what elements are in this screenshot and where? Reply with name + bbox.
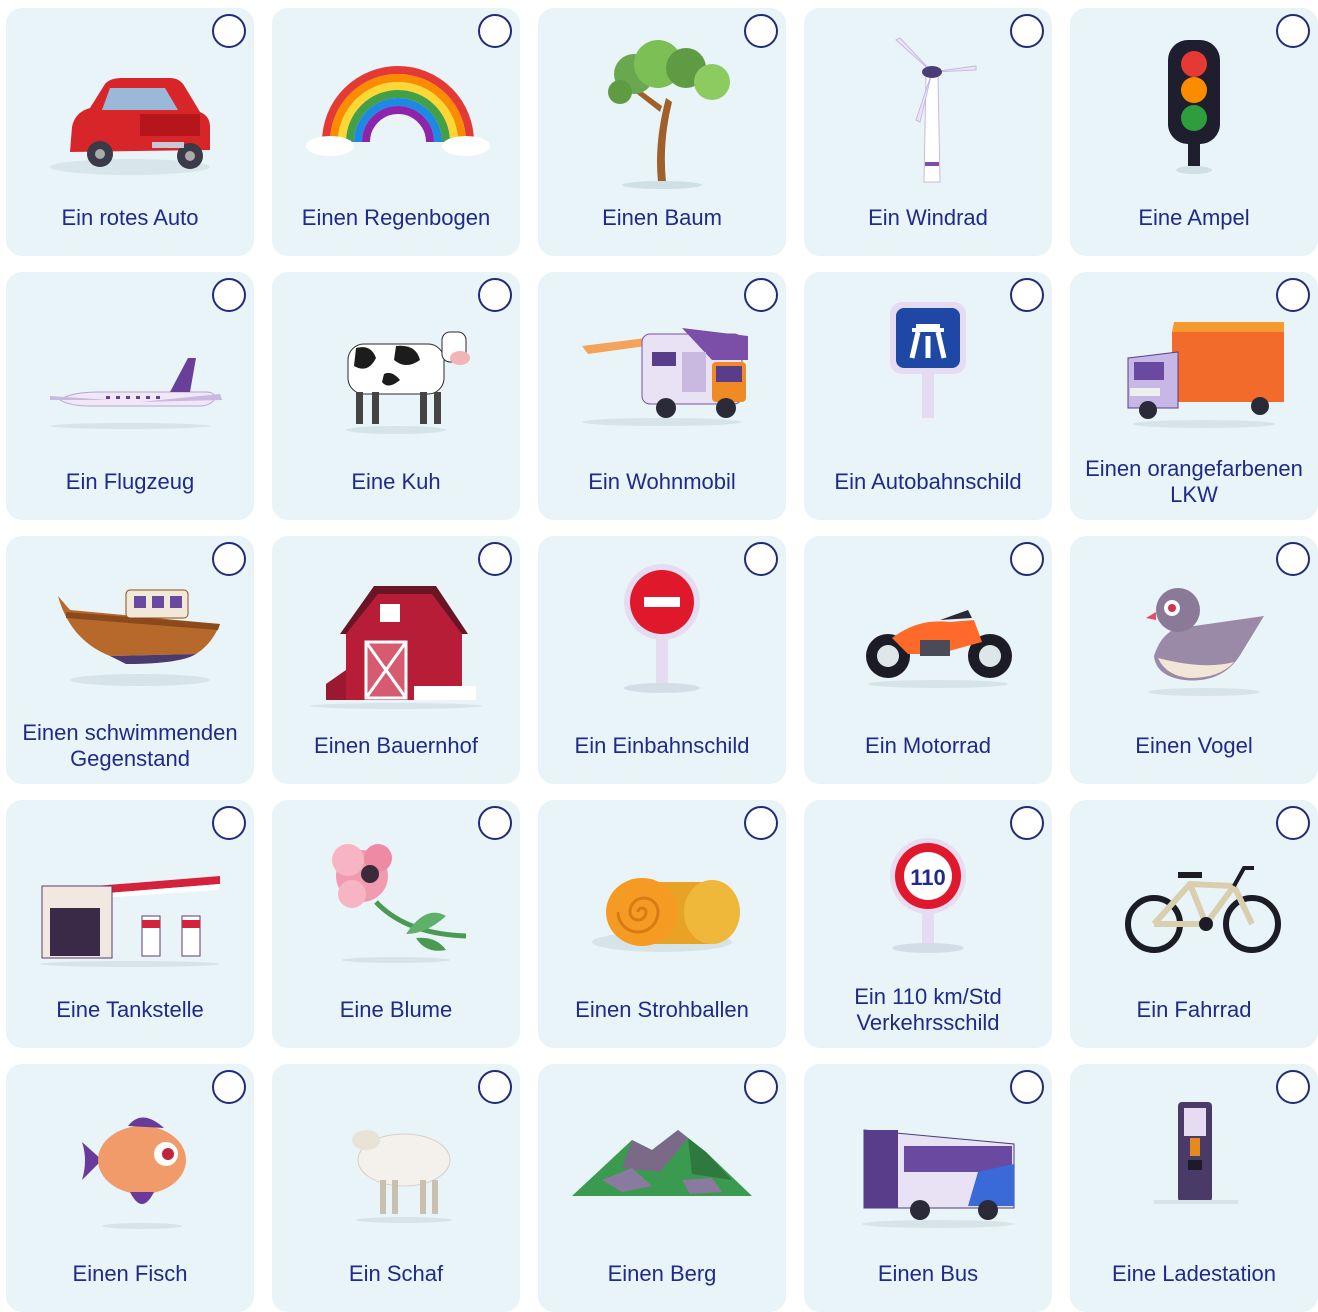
card-orange-truck[interactable]: Einen orangefarbenen LKW (1070, 272, 1318, 520)
card-hay-bale[interactable]: Einen Strohballen (538, 800, 786, 1048)
card-speed-limit-sign[interactable]: 110 Ein 110 km/Std Verkehrsschild (804, 800, 1052, 1048)
motorway-sign-icon (890, 302, 966, 418)
card-rainbow[interactable]: Einen Regenbogen (272, 8, 520, 256)
card-label: Ein rotes Auto (61, 205, 199, 230)
bird-icon (1146, 588, 1264, 696)
card-tree[interactable]: Einen Baum (538, 8, 786, 256)
bicycle-icon (1125, 866, 1281, 953)
card-cow[interactable]: Eine Kuh (272, 272, 520, 520)
card-label: Ein Einbahnschild (574, 733, 750, 758)
card-label: Einen orangefarbenen LKW (1085, 456, 1303, 507)
card-label: Einen schwimmenden Gegenstand (22, 720, 238, 771)
card-mountain[interactable]: Einen Berg (538, 1064, 786, 1312)
card-fish[interactable]: Einen Fisch (6, 1064, 254, 1312)
bus-icon (862, 1129, 1015, 1228)
camper-van-icon (582, 328, 748, 426)
charging-station-icon (1154, 1102, 1238, 1204)
barn-icon (310, 586, 482, 709)
card-wind-turbine[interactable]: Ein Windrad (804, 8, 1052, 256)
card-label: Ein Motorrad (865, 733, 991, 758)
rainbow-icon (306, 66, 490, 156)
card-label: Ein Autobahnschild (834, 469, 1022, 494)
sheep-icon (352, 1130, 452, 1223)
card-label: Einen Bus (877, 1261, 979, 1286)
card-label: Einen Fisch (72, 1261, 188, 1286)
card-label: Eine Ladestation (1112, 1261, 1276, 1286)
card-label: Ein Wohnmobil (588, 469, 736, 494)
fish-icon (82, 1117, 186, 1229)
card-label: Einen Vogel (1135, 733, 1253, 758)
card-barn[interactable]: Einen Bauernhof (272, 536, 520, 784)
card-label: Ein 110 km/Std Verkehrsschild (854, 984, 1002, 1035)
card-motorway-sign[interactable]: Ein Autobahnschild (804, 272, 1052, 520)
card-label: Eine Kuh (351, 469, 441, 494)
card-traffic-light[interactable]: Eine Ampel (1070, 8, 1318, 256)
card-label: Eine Ampel (1138, 205, 1250, 230)
card-boat[interactable]: Einen schwimmenden Gegenstand (6, 536, 254, 784)
orange-truck-icon (1127, 322, 1284, 428)
wind-turbine-icon (895, 37, 977, 183)
card-label: Einen Berg (607, 1261, 717, 1286)
card-gas-station[interactable]: Eine Tankstelle (6, 800, 254, 1048)
card-red-car[interactable]: Ein rotes Auto (6, 8, 254, 256)
card-camper-van[interactable]: Ein Wohnmobil (538, 272, 786, 520)
card-label: Ein Flugzeug (65, 469, 195, 494)
card-label: Ein Fahrrad (1136, 997, 1252, 1022)
card-bus[interactable]: Einen Bus (804, 1064, 1052, 1312)
no-entry-sign-icon (624, 564, 700, 693)
card-motorcycle[interactable]: Ein Motorrad (804, 536, 1052, 784)
card-label: Ein Schaf (348, 1261, 444, 1286)
card-label: Einen Strohballen (575, 997, 749, 1022)
hay-bale-icon (592, 878, 740, 952)
tree-icon (608, 40, 730, 189)
card-bird[interactable]: Einen Vogel (1070, 536, 1318, 784)
flower-icon (332, 844, 467, 963)
card-sheep[interactable]: Ein Schaf (272, 1064, 520, 1312)
card-airplane[interactable]: Ein Flugzeug (6, 272, 254, 520)
traffic-light-icon (1168, 40, 1220, 174)
bingo-grid: Ein rotes Auto Einen Regenbogen Einen Ba… (0, 0, 1318, 1312)
card-label: Eine Blume (339, 997, 453, 1022)
card-no-entry-sign[interactable]: Ein Einbahnschild (538, 536, 786, 784)
motorcycle-icon (866, 610, 1012, 688)
card-charging-station[interactable]: Eine Ladestation (1070, 1064, 1318, 1312)
card-label: Einen Baum (602, 205, 722, 230)
airplane-icon (50, 358, 222, 429)
speed-limit-sign-icon: 110 (890, 838, 966, 953)
red-car-icon (50, 78, 210, 175)
card-bicycle[interactable]: Ein Fahrrad (1070, 800, 1318, 1048)
speed-limit-value: 110 (910, 865, 946, 890)
card-label: Einen Regenbogen (301, 205, 491, 230)
mountain-icon (572, 1130, 752, 1196)
card-label: Einen Bauernhof (314, 733, 478, 758)
gas-station-icon (40, 876, 220, 967)
card-label: Eine Tankstelle (56, 997, 204, 1022)
card-flower[interactable]: Eine Blume (272, 800, 520, 1048)
cow-icon (346, 331, 470, 434)
boat-icon (58, 589, 220, 686)
card-label: Ein Windrad (868, 205, 988, 230)
